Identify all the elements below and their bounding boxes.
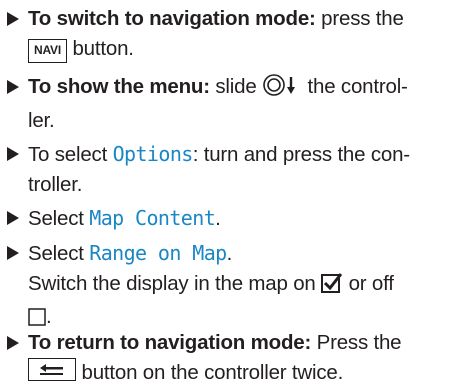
step-text-part: ler. [28, 109, 55, 132]
step-select-range-on-map: Select Range on Map. Switch the display … [6, 238, 468, 335]
triangle-bullet-icon [6, 139, 24, 169]
step-text-part: . [215, 207, 221, 230]
step-text-part: button. [72, 37, 134, 60]
step-text-part: troller. [28, 173, 83, 196]
controller-slide-down-icon [262, 73, 302, 106]
triangle-bullet-icon [6, 203, 24, 233]
step-lead: To show the menu: [28, 75, 210, 98]
back-arrow-icon [40, 364, 63, 375]
step-text: To switch to navigation mode: press the … [28, 4, 468, 64]
step-text-part: . [46, 305, 52, 328]
step-text-part: or off [348, 272, 394, 295]
step-text-part: Select [28, 207, 90, 230]
step-show-menu: To show the menu: slide the control- ler… [6, 72, 468, 136]
step-text: To select Options: turn and press the co… [28, 139, 468, 200]
menu-term-map-content: Map Content [89, 206, 216, 230]
checked-box-icon [321, 272, 343, 302]
step-select-map-content: Select Map Content. [6, 203, 468, 234]
triangle-bullet-icon [6, 328, 24, 358]
step-text-part: slide [209, 75, 257, 98]
triangle-bullet-icon [6, 4, 24, 34]
instruction-list: To switch to navigation mode: press the … [0, 0, 470, 384]
back-button [28, 358, 76, 381]
step-text: To show the menu: slide the control- ler… [28, 72, 468, 136]
step-text-part: Select [28, 242, 90, 265]
navi-button: NAVI [28, 39, 67, 63]
step-text-part: button on the controller twice. [81, 361, 344, 384]
step-text-part: : turn and press the con- [192, 143, 410, 166]
menu-term-range-on-map: Range on Map [89, 241, 227, 265]
step-lead: To switch to navigation mode: [28, 7, 316, 30]
menu-term-options: Options [112, 142, 194, 166]
step-text-part: press the [315, 7, 404, 30]
step-text-part: . [226, 242, 233, 265]
triangle-bullet-icon [6, 72, 24, 102]
step-switch-navigation: To switch to navigation mode: press the … [6, 4, 468, 64]
step-text: To return to navigation mode: Press the … [28, 328, 468, 388]
step-text-part: To select [28, 143, 113, 166]
step-select-options: To select Options: turn and press the co… [6, 139, 468, 200]
step-return-navigation: To return to navigation mode: Press the … [6, 328, 468, 388]
triangle-bullet-icon [6, 238, 24, 268]
step-text-part: Press the [311, 331, 402, 354]
step-text-part: Switch the display in the map on [28, 272, 316, 295]
step-text: Select Map Content. [28, 203, 468, 234]
step-text: Select Range on Map. Switch the display … [28, 238, 468, 335]
step-text-part: the control- [307, 75, 408, 98]
step-lead: To return to navigation mode: [28, 331, 312, 354]
